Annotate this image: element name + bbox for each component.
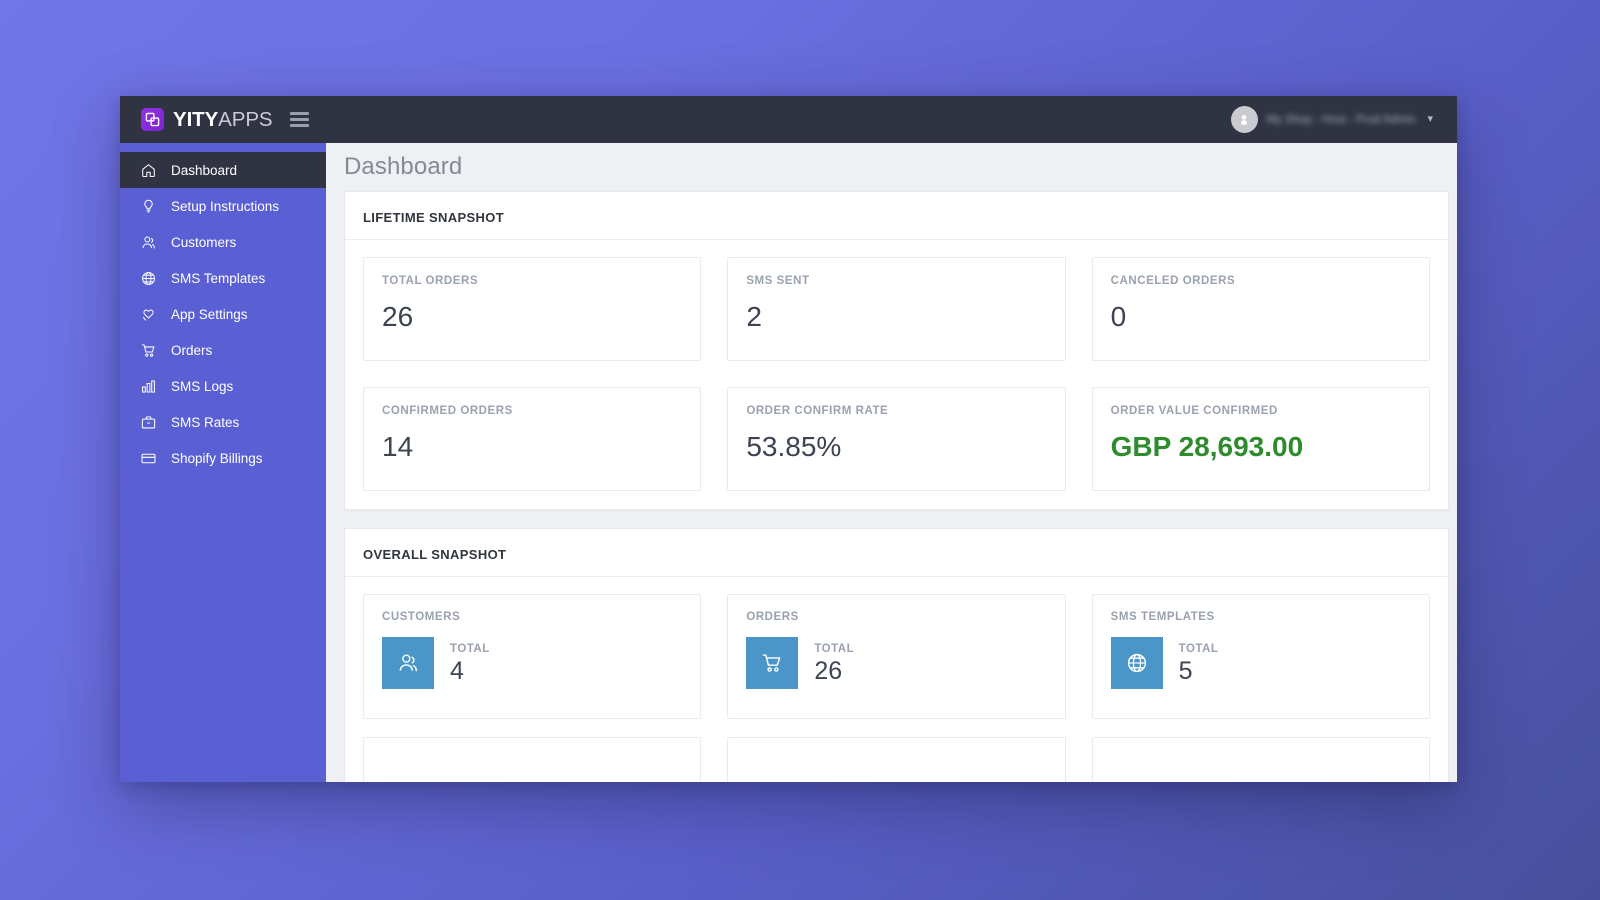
stat-value: 14 bbox=[382, 431, 414, 462]
stat-value: 2 bbox=[746, 301, 762, 332]
main-content: Dashboard LIFETIME SNAPSHOT TOTAL ORDERS… bbox=[326, 143, 1457, 782]
overall-card-partial bbox=[363, 737, 702, 782]
user-name-label: My Shop - Host - Prod Admin bbox=[1266, 113, 1416, 126]
brand-title-bold: YITY bbox=[173, 107, 219, 131]
chevron-down-icon: ▾ bbox=[1427, 113, 1433, 125]
overall-snapshot-grid: CUSTOMERS TOTAL 4 ORDERS TOTAL 26 SMS TE… bbox=[345, 577, 1448, 737]
hamburger-line bbox=[290, 112, 310, 115]
overall-total-label: TOTAL bbox=[814, 642, 855, 655]
cart-icon bbox=[746, 637, 799, 689]
lifetime-snapshot-panel: LIFETIME SNAPSHOT TOTAL ORDERS 26 SMS SE… bbox=[344, 191, 1449, 510]
stat-card: SMS SENT 2 bbox=[727, 257, 1066, 361]
brand-title-light: APPS bbox=[218, 107, 273, 131]
overall-card-sms-templates: SMS TEMPLATES TOTAL 5 bbox=[1091, 594, 1430, 719]
overall-card-meta: TOTAL 4 bbox=[450, 643, 490, 684]
sidebar-item-orders[interactable]: Orders bbox=[120, 332, 326, 368]
users-icon bbox=[382, 637, 434, 689]
stat-card: CANCELED ORDERS 0 bbox=[1091, 257, 1430, 361]
sidebar-item-label: Setup Instructions bbox=[171, 198, 280, 214]
stat-label: CANCELED ORDERS bbox=[1110, 275, 1236, 287]
sidebar-item-label: App Settings bbox=[171, 306, 248, 322]
sidebar-item-customers[interactable]: Customers bbox=[120, 224, 326, 260]
stat-label: ORDER CONFIRM RATE bbox=[746, 405, 889, 417]
brand-logo-group[interactable]: YITYAPPS bbox=[120, 107, 273, 132]
hamburger-line bbox=[290, 124, 310, 127]
sidebar-item-label: Orders bbox=[171, 342, 213, 358]
overall-card-partial bbox=[1091, 737, 1430, 782]
sidebar-item-app-settings[interactable]: App Settings bbox=[120, 296, 326, 332]
brand-title: YITYAPPS bbox=[173, 107, 273, 132]
cart-icon bbox=[140, 342, 157, 359]
heart-hand-icon bbox=[140, 306, 157, 323]
sidebar-item-label: SMS Logs bbox=[171, 378, 234, 394]
stat-card: CONFIRMED ORDERS 14 bbox=[363, 387, 702, 491]
globe-icon bbox=[140, 270, 157, 287]
lifetime-snapshot-title: LIFETIME SNAPSHOT bbox=[345, 192, 1448, 240]
lightbulb-icon bbox=[140, 198, 157, 215]
stat-card: ORDER CONFIRM RATE 53.85% bbox=[727, 387, 1066, 491]
stat-value: 53.85% bbox=[746, 431, 842, 462]
lifetime-snapshot-grid: TOTAL ORDERS 26 SMS SENT 2 CANCELED ORDE… bbox=[345, 240, 1448, 509]
sidebar-item-label: Customers bbox=[171, 234, 237, 250]
sidebar-item-dashboard[interactable]: Dashboard bbox=[120, 152, 326, 188]
overall-card-partial bbox=[727, 737, 1066, 782]
app-window: YITYAPPS My Shop - Host - Prod Admin ▾ D… bbox=[120, 96, 1457, 782]
overall-card-meta: TOTAL 26 bbox=[814, 643, 854, 684]
bar-chart-icon bbox=[140, 378, 157, 395]
stat-value: GBP 28,693.00 bbox=[1110, 431, 1304, 462]
globe-icon bbox=[1110, 637, 1163, 689]
stat-label: SMS SENT bbox=[746, 275, 810, 287]
overall-card-label: ORDERS bbox=[746, 611, 799, 623]
credit-card-icon bbox=[140, 450, 157, 467]
overall-snapshot-title: OVERALL SNAPSHOT bbox=[345, 529, 1448, 577]
sidebar-item-shopify-billings[interactable]: Shopify Billings bbox=[120, 440, 326, 476]
users-icon bbox=[140, 234, 157, 251]
overall-card-label: SMS TEMPLATES bbox=[1110, 611, 1215, 623]
stat-value: 26 bbox=[382, 301, 414, 332]
overall-total-value: 5 bbox=[1178, 656, 1193, 685]
sidebar-item-sms-templates[interactable]: SMS Templates bbox=[120, 260, 326, 296]
stat-label: ORDER VALUE CONFIRMED bbox=[1110, 405, 1278, 417]
user-menu[interactable]: My Shop - Host - Prod Admin ▾ bbox=[1230, 106, 1457, 133]
home-icon bbox=[140, 162, 157, 179]
overall-card-label: CUSTOMERS bbox=[382, 611, 461, 623]
overall-card-body: TOTAL 5 bbox=[1110, 637, 1411, 689]
sidebar-item-sms-rates[interactable]: SMS Rates bbox=[120, 404, 326, 440]
stat-label: TOTAL ORDERS bbox=[382, 275, 479, 287]
sidebar-item-label: Shopify Billings bbox=[171, 450, 263, 466]
overall-card-body: TOTAL 26 bbox=[746, 637, 1046, 689]
sidebar-item-sms-logs[interactable]: SMS Logs bbox=[120, 368, 326, 404]
overall-total-value: 26 bbox=[814, 656, 843, 685]
overlapping-squares-icon bbox=[141, 108, 164, 131]
overall-total-value: 4 bbox=[450, 656, 464, 685]
top-bar: YITYAPPS My Shop - Host - Prod Admin ▾ bbox=[120, 96, 1457, 143]
hamburger-menu-icon[interactable] bbox=[290, 112, 310, 127]
overall-card-customers: CUSTOMERS TOTAL 4 bbox=[363, 594, 702, 719]
page-title: Dashboard bbox=[344, 153, 463, 180]
overall-snapshot-panel: OVERALL SNAPSHOT CUSTOMERS TOTAL 4 ORDER… bbox=[344, 528, 1449, 782]
stat-value: 0 bbox=[1110, 301, 1127, 332]
overall-card-body: TOTAL 4 bbox=[382, 637, 682, 689]
user-avatar-icon bbox=[1230, 106, 1258, 133]
briefcase-icon bbox=[140, 414, 157, 431]
sidebar-item-setup-instructions[interactable]: Setup Instructions bbox=[120, 188, 326, 224]
overall-total-label: TOTAL bbox=[450, 642, 490, 655]
sidebar: Dashboard Setup Instructions Customers S… bbox=[120, 143, 326, 782]
sidebar-item-label: SMS Templates bbox=[171, 270, 266, 286]
stat-card: ORDER VALUE CONFIRMED GBP 28,693.00 bbox=[1091, 387, 1430, 491]
overall-card-meta: TOTAL 5 bbox=[1179, 643, 1219, 684]
stat-card: TOTAL ORDERS 26 bbox=[363, 257, 702, 361]
sidebar-item-label: Dashboard bbox=[171, 162, 238, 178]
overall-card-orders: ORDERS TOTAL 26 bbox=[727, 594, 1066, 719]
stat-label: CONFIRMED ORDERS bbox=[382, 405, 513, 417]
overall-total-label: TOTAL bbox=[1178, 642, 1219, 655]
overall-snapshot-grid-overflow bbox=[345, 737, 1448, 782]
hamburger-line bbox=[290, 118, 310, 121]
sidebar-item-label: SMS Rates bbox=[171, 414, 240, 430]
page-header: Dashboard bbox=[326, 143, 1457, 191]
